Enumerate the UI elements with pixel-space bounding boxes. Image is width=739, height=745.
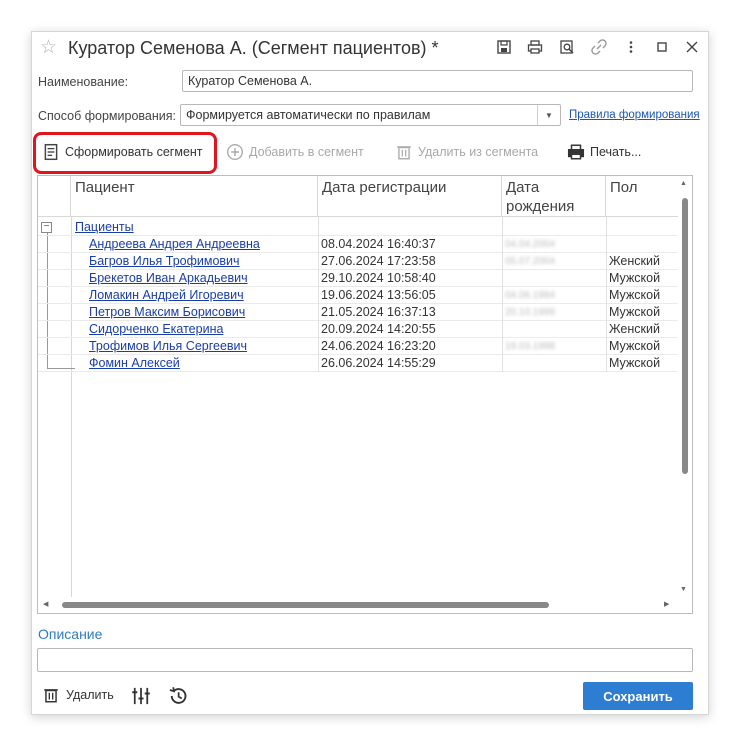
- more-menu-icon[interactable]: [622, 38, 640, 56]
- table-row[interactable]: Багров Илья Трофимович 27.06.2024 17:23:5…: [38, 253, 678, 270]
- sex-cell: Мужской: [609, 339, 661, 353]
- horizontal-scroll-thumb[interactable]: [62, 602, 549, 608]
- patient-name-cell[interactable]: Ломакин Андрей Игоревич: [89, 288, 244, 303]
- patient-name-cell[interactable]: Багров Илья Трофимович: [89, 254, 240, 269]
- sex-cell: Женский: [609, 322, 660, 336]
- history-icon: [169, 687, 187, 704]
- registration-date-cell: 20.09.2024 14:20:55: [321, 322, 436, 336]
- table-row[interactable]: Брекетов Иван Аркадьевич 29.10.2024 10:58…: [38, 270, 678, 287]
- grid-tree-header: [38, 176, 71, 217]
- sliders-icon: [132, 687, 150, 705]
- close-icon[interactable]: [683, 38, 701, 56]
- column-header-sex[interactable]: Пол: [606, 176, 678, 217]
- trash-icon: [44, 689, 58, 703]
- patients-grid: Пациент Дата регистрации Дата рождения П…: [37, 175, 693, 614]
- segment-window: ☆ Куратор Семенова А. (Сегмент пациентов…: [31, 31, 709, 715]
- registration-date-cell: 19.06.2024 13:56:05: [321, 288, 436, 302]
- remove-from-segment-button[interactable]: Удалить из сегмента: [395, 143, 538, 161]
- document-icon: [44, 143, 58, 161]
- group-label[interactable]: Пациенты: [75, 220, 134, 235]
- save-icon[interactable]: [495, 38, 513, 56]
- printer-icon: [567, 144, 585, 160]
- table-row[interactable]: Ломакин Андрей Игоревич 19.06.2024 13:56:…: [38, 287, 678, 304]
- column-header-registration-date[interactable]: Дата регистрации: [318, 176, 502, 217]
- generate-segment-label: Сформировать сегмент: [65, 145, 203, 159]
- method-select[interactable]: Формируется автоматически по правилам ▼: [180, 104, 561, 126]
- column-divider: [606, 217, 607, 372]
- birth-date-cell: 19.03.1998: [505, 341, 556, 352]
- patient-name-cell[interactable]: Фомин Алексей: [89, 356, 180, 371]
- name-input[interactable]: Куратор Семенова А.: [182, 70, 693, 92]
- birth-date-cell: 04.06.1994: [505, 290, 556, 301]
- maximize-icon[interactable]: [653, 38, 671, 56]
- column-divider: [318, 217, 319, 372]
- scroll-right-icon[interactable]: ▶: [664, 600, 669, 608]
- scroll-down-icon[interactable]: ▼: [680, 586, 687, 593]
- sex-cell: Мужской: [609, 288, 661, 302]
- print-label: Печать...: [590, 145, 642, 159]
- registration-date-cell: 29.10.2024 10:58:40: [321, 271, 436, 285]
- collapse-icon[interactable]: −: [41, 222, 52, 233]
- birth-date-cell: 20.10.1999: [505, 307, 556, 318]
- registration-date-cell: 08.04.2024 16:40:37: [321, 237, 436, 251]
- table-row[interactable]: Трофимов Илья Сергеевич 24.06.2024 16:23:…: [38, 338, 678, 355]
- scroll-up-icon[interactable]: ▲: [680, 180, 687, 187]
- vertical-scroll-thumb[interactable]: [682, 198, 688, 474]
- delete-button[interactable]: Удалить: [42, 686, 114, 704]
- horizontal-scrollbar[interactable]: ◀ ▶: [38, 597, 678, 613]
- patient-name-cell[interactable]: Трофимов Илья Сергеевич: [89, 339, 247, 354]
- settings-sliders-button[interactable]: [131, 686, 151, 706]
- column-header-birth-date[interactable]: Дата рождения: [502, 176, 606, 217]
- method-select-value: Формируется автоматически по правилам: [186, 108, 431, 122]
- add-to-segment-label: Добавить в сегмент: [249, 145, 364, 159]
- save-button[interactable]: Сохранить: [583, 682, 693, 710]
- column-divider: [502, 217, 503, 372]
- description-label: Описание: [38, 626, 103, 642]
- window-title: Куратор Семенова А. (Сегмент пациентов) …: [68, 38, 439, 58]
- print-icon[interactable]: [526, 38, 544, 56]
- birth-date-cell: 04.04.2004: [505, 239, 556, 250]
- generate-segment-button[interactable]: Сформировать сегмент: [42, 143, 203, 161]
- table-row[interactable]: Фомин Алексей 26.06.2024 14:55:29 Мужской: [38, 355, 678, 372]
- link-icon[interactable]: [590, 38, 608, 56]
- patient-name-cell[interactable]: Андреева Андрея Андреевна: [89, 237, 260, 252]
- trash-icon: [397, 146, 411, 160]
- registration-date-cell: 27.06.2024 17:23:58: [321, 254, 436, 268]
- chevron-down-icon[interactable]: ▼: [537, 105, 560, 125]
- name-label: Наименование:: [38, 75, 129, 89]
- sex-cell: Женский: [609, 254, 660, 268]
- registration-date-cell: 26.06.2024 14:55:29: [321, 356, 436, 370]
- plus-circle-icon: [227, 144, 243, 160]
- sex-cell: Мужской: [609, 305, 661, 319]
- add-to-segment-button[interactable]: Добавить в сегмент: [226, 143, 364, 161]
- delete-label: Удалить: [66, 688, 114, 702]
- description-input[interactable]: [37, 648, 693, 672]
- birth-date-cell: 05.07.2004: [505, 256, 556, 267]
- patient-name-cell[interactable]: Брекетов Иван Аркадьевич: [89, 271, 248, 286]
- sex-cell: Мужской: [609, 356, 661, 370]
- preview-icon[interactable]: [558, 38, 576, 56]
- print-button[interactable]: Печать...: [567, 143, 641, 161]
- table-row[interactable]: Андреева Андрея Андреевна 08.04.2024 16:4…: [38, 236, 678, 253]
- table-row[interactable]: Сидорченко Екатерина 20.09.2024 14:20:55 Ж…: [38, 321, 678, 338]
- sex-cell: Мужской: [609, 271, 661, 285]
- method-label: Способ формирования:: [38, 109, 176, 123]
- favorite-star-icon[interactable]: ☆: [40, 38, 57, 58]
- vertical-scrollbar[interactable]: ▲ ▼: [677, 176, 692, 596]
- registration-date-cell: 21.05.2024 16:37:13: [321, 305, 436, 319]
- scroll-left-icon[interactable]: ◀: [43, 600, 48, 608]
- registration-date-cell: 24.06.2024 16:23:20: [321, 339, 436, 353]
- group-row[interactable]: − Пациенты: [38, 219, 678, 236]
- remove-from-segment-label: Удалить из сегмента: [418, 145, 539, 159]
- table-row[interactable]: Петров Максим Борисович 21.05.2024 16:37:…: [38, 304, 678, 321]
- rules-link[interactable]: Правила формирования: [569, 109, 700, 121]
- column-header-patient[interactable]: Пациент: [71, 176, 318, 217]
- patient-name-cell[interactable]: Сидорченко Екатерина: [89, 322, 223, 337]
- history-button[interactable]: [168, 686, 188, 706]
- patient-name-cell[interactable]: Петров Максим Борисович: [89, 305, 245, 320]
